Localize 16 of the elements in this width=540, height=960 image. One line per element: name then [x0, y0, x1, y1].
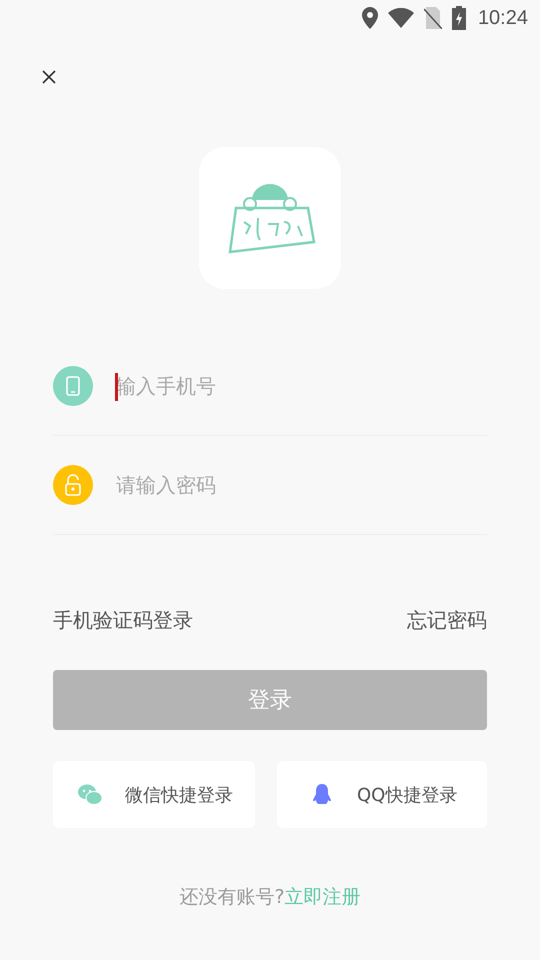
phone-icon: [53, 366, 93, 406]
chat-bubbles-icon: [77, 782, 103, 806]
lock-icon: [53, 465, 93, 505]
quick-login-button[interactable]: QQ快捷登录: [277, 761, 487, 828]
input-field[interactable]: 输入手机号: [116, 374, 416, 398]
forgot-password-link[interactable]: 忘记密码: [407, 607, 487, 634]
wifi-icon: [388, 8, 414, 28]
status-time: 10:24: [478, 6, 528, 30]
close-icon[interactable]: [40, 68, 58, 86]
input-field[interactable]: 请输入密码: [116, 473, 416, 497]
signup-prompt: 还没有账号?: [179, 885, 285, 910]
location-icon: [362, 7, 378, 29]
no-sim-icon: [424, 7, 442, 29]
sms-login-link[interactable]: 手机验证码登录: [53, 607, 193, 634]
quick-login-button[interactable]: 微信快捷登录: [53, 761, 255, 828]
battery-charging-icon: [452, 6, 466, 30]
